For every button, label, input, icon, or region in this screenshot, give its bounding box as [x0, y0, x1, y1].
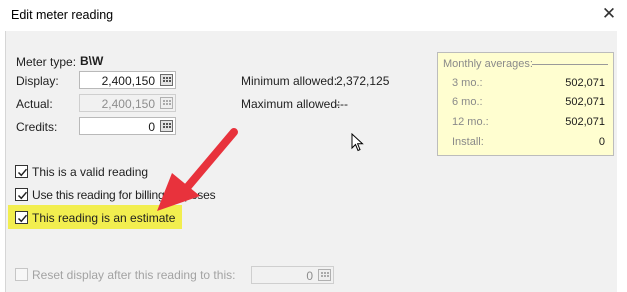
reset-display-value: 0 [306, 269, 313, 283]
display-field[interactable]: 2,400,150 [79, 71, 176, 89]
reset-display-field: 0 [251, 266, 334, 284]
meter-type-value: B\W [80, 54, 104, 68]
mouse-pointer-icon [351, 133, 364, 152]
calculator-icon[interactable] [160, 74, 173, 86]
checkmark-icon [17, 191, 28, 200]
dialog-title: Edit meter reading [11, 8, 114, 22]
average-value: 0 [598, 136, 605, 148]
estimate-label[interactable]: This reading is an estimate [32, 211, 175, 225]
minimum-allowed-label: Minimum allowed: [241, 74, 338, 88]
checkmark-icon [17, 214, 28, 223]
valid-reading-label[interactable]: This is a valid reading [32, 165, 148, 179]
close-icon[interactable]: ✕ [600, 4, 618, 24]
valid-reading-checkbox[interactable] [15, 165, 28, 178]
divider [532, 64, 608, 65]
average-row-install: Install: 0 [438, 136, 613, 150]
window-edge [621, 0, 627, 292]
display-value: 2,400,150 [101, 74, 155, 88]
average-value: 502,071 [565, 116, 605, 128]
checkmark-icon [17, 168, 28, 177]
meter-type-label: Meter type: [16, 55, 77, 69]
estimate-checkbox[interactable] [15, 211, 28, 224]
actual-label: Actual: [16, 97, 53, 111]
average-label: Install: [452, 136, 484, 148]
actual-value: 2,400,150 [101, 97, 155, 111]
billing-label[interactable]: Use this reading for billing purposes [32, 188, 216, 202]
monthly-averages-title: Monthly averages: [443, 58, 533, 70]
average-label: 3 mo.: [452, 77, 483, 89]
maximum-allowed-value: --- [336, 97, 348, 111]
minimum-allowed-value: 2,372,125 [336, 74, 390, 88]
average-value: 502,071 [565, 96, 605, 108]
display-label: Display: [16, 74, 59, 88]
dialog-titlebar: Edit meter reading ✕ [0, 0, 627, 30]
reset-display-label: Reset display after this reading to this… [32, 268, 236, 282]
calculator-icon [318, 269, 331, 281]
average-row-3mo: 3 mo.: 502,071 [438, 77, 613, 91]
actual-field: 2,400,150 [79, 94, 176, 112]
average-label: 6 mo.: [452, 96, 483, 108]
credits-value: 0 [148, 120, 155, 134]
average-value: 502,071 [565, 77, 605, 89]
billing-checkbox[interactable] [15, 188, 28, 201]
maximum-allowed-label: Maximum allowed: [241, 97, 341, 111]
average-label: 12 mo.: [452, 116, 489, 128]
average-row-12mo: 12 mo.: 502,071 [438, 116, 613, 130]
average-row-6mo: 6 mo.: 502,071 [438, 96, 613, 110]
credits-label: Credits: [16, 120, 58, 134]
calculator-icon[interactable] [160, 120, 173, 132]
reset-display-checkbox[interactable] [15, 268, 28, 281]
calculator-icon [160, 97, 173, 109]
monthly-averages-panel: Monthly averages: 3 mo.: 502,071 6 mo.: … [437, 52, 614, 156]
credits-field[interactable]: 0 [79, 117, 176, 135]
